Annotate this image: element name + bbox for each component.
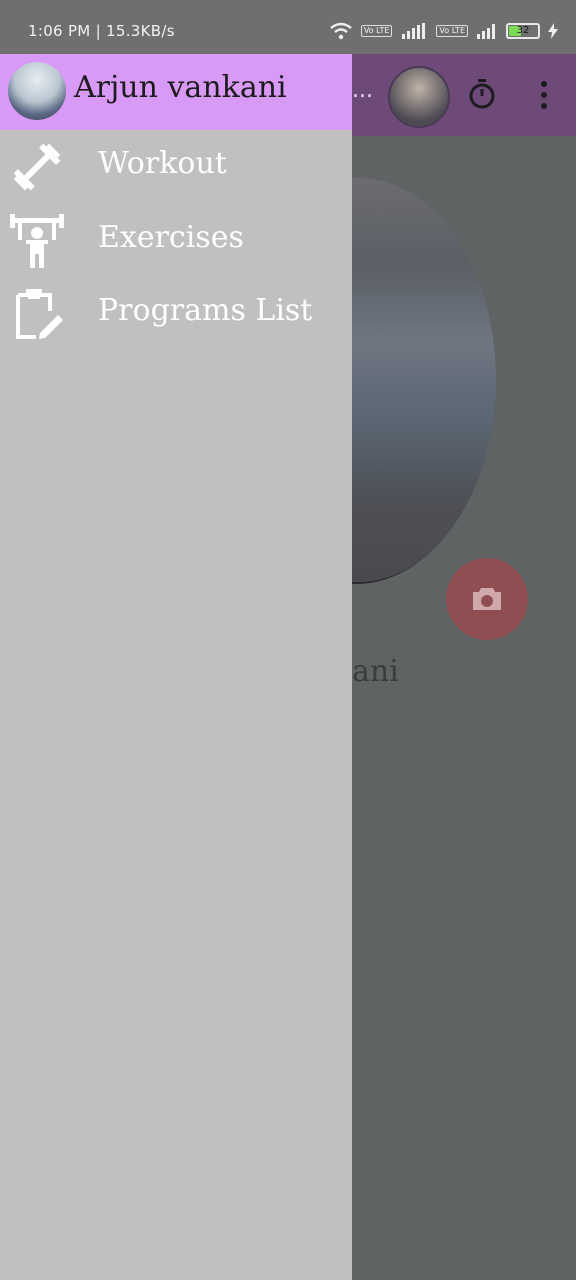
battery-level: 32 [516,25,530,36]
volte-badge: Vo LTE [436,25,468,37]
camera-icon [473,588,501,610]
drawer-item-label: Exercises [98,220,244,255]
drawer-item-exercises[interactable]: Exercises [0,206,352,276]
signal-icon [477,24,495,39]
drawer-item-programs-list[interactable]: Programs List [0,279,352,349]
avatar[interactable] [388,66,450,128]
drawer-item-label: Programs List [98,293,313,328]
profile-name-partial: ani [352,654,399,689]
weightlifter-icon [10,214,64,268]
battery-icon: 32 [506,23,540,39]
drawer-item-workout[interactable]: Workout [0,132,352,202]
drawer-header: Arjun vankani [0,54,352,130]
charging-icon [548,23,558,39]
drawer-user-name: Arjun vankani [74,70,287,105]
wifi-icon [330,22,352,40]
drawer-item-label: Workout [98,146,227,181]
timer-icon[interactable] [466,78,498,110]
clipboard-edit-icon [16,289,63,339]
status-bar: 1:06 PM | 15.3KB/s Vo LTE Vo LTE 32 [0,0,576,54]
status-time: 1:06 PM | 15.3KB/s [28,22,175,40]
dumbbell-icon [13,143,61,191]
volte-badge: Vo LTE [360,25,393,37]
more-vert-icon[interactable] [536,80,552,110]
navigation-drawer: Arjun vankani Workout Exercises Programs… [0,54,352,1280]
camera-button[interactable] [446,558,528,640]
app-title-truncated: ... [352,78,373,103]
signal-icon [402,23,426,39]
drawer-avatar [8,62,66,120]
status-icons: Vo LTE Vo LTE 32 [329,22,558,40]
